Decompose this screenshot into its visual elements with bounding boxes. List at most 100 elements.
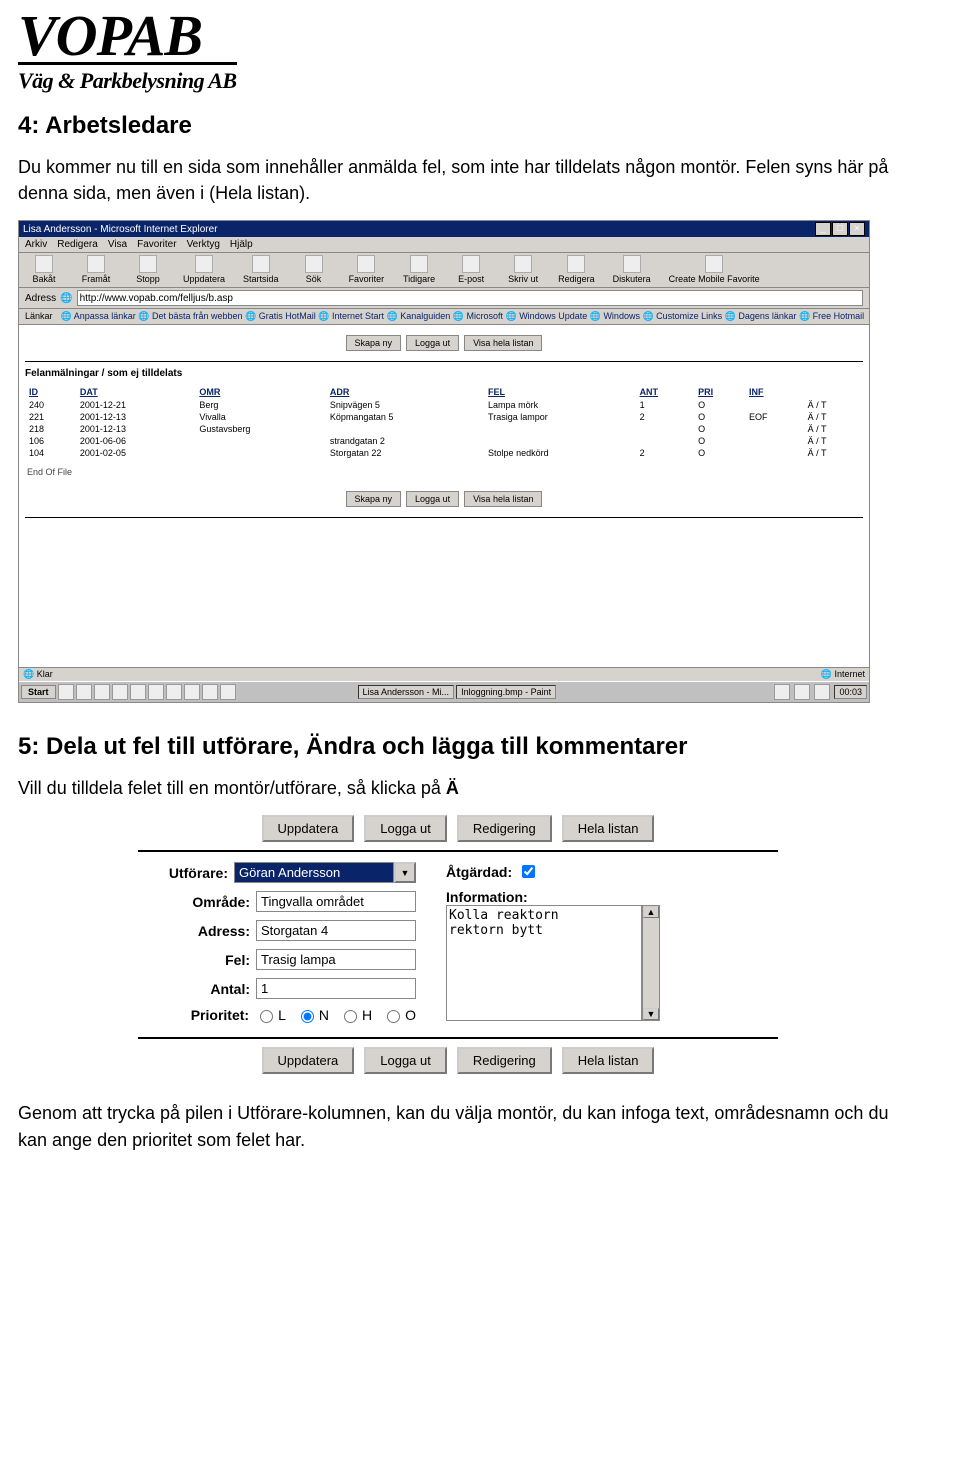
content-button[interactable]: Skapa ny bbox=[346, 335, 402, 351]
content-button[interactable]: Visa hela listan bbox=[464, 491, 542, 507]
logo-sub: Väg & Parkbelysning AB bbox=[18, 62, 237, 94]
column-header[interactable]: ANT bbox=[636, 385, 695, 399]
form-button[interactable]: Logga ut bbox=[364, 1047, 447, 1074]
content-button[interactable]: Logga ut bbox=[406, 335, 459, 351]
linkbar-link[interactable]: 🌐 Internet Start bbox=[318, 311, 386, 321]
column-header[interactable]: ID bbox=[25, 385, 76, 399]
tray-icon[interactable] bbox=[166, 684, 182, 700]
prio-radio[interactable] bbox=[344, 1010, 357, 1023]
linkbar-link[interactable]: 🌐 Windows bbox=[590, 311, 643, 321]
menu-item[interactable]: Favoriter bbox=[137, 239, 176, 250]
linkbar-link[interactable]: 🌐 Free Hotmail bbox=[799, 311, 864, 321]
tray-icon[interactable] bbox=[130, 684, 146, 700]
form-button[interactable]: Hela listan bbox=[562, 1047, 655, 1074]
content-button[interactable]: Logga ut bbox=[406, 491, 459, 507]
tray-icon[interactable] bbox=[148, 684, 164, 700]
tray-icon[interactable] bbox=[794, 684, 810, 700]
column-header[interactable]: INF bbox=[745, 385, 804, 399]
dropdown-arrow-icon[interactable]: ▼ bbox=[394, 862, 416, 883]
prio-radio[interactable] bbox=[387, 1010, 400, 1023]
footer-para: Genom att trycka på pilen i Utförare-kol… bbox=[18, 1100, 900, 1152]
utforare-input[interactable] bbox=[234, 862, 394, 883]
toolbar-button[interactable]: Startsida bbox=[243, 255, 279, 284]
toolbar-button[interactable]: Diskutera bbox=[613, 255, 651, 284]
utforare-combo[interactable]: ▼ bbox=[234, 862, 416, 883]
menu-item[interactable]: Visa bbox=[108, 239, 127, 250]
tray-icon[interactable] bbox=[774, 684, 790, 700]
menu-item[interactable]: Redigera bbox=[57, 239, 98, 250]
content-button[interactable]: Visa hela listan bbox=[464, 335, 542, 351]
antal-input[interactable] bbox=[256, 978, 416, 999]
column-header[interactable]: OMR bbox=[195, 385, 325, 399]
menu-item[interactable]: Verktyg bbox=[187, 239, 220, 250]
toolbar-button[interactable]: Sök bbox=[297, 255, 331, 284]
minimize-icon[interactable]: _ bbox=[815, 222, 831, 236]
maximize-icon[interactable]: □ bbox=[832, 222, 848, 236]
toolbar-button[interactable]: Skriv ut bbox=[506, 255, 540, 284]
form-button[interactable]: Redigering bbox=[457, 1047, 552, 1074]
tray-icon[interactable] bbox=[184, 684, 200, 700]
toolbar-button[interactable]: E-post bbox=[454, 255, 488, 284]
toolbar-button[interactable]: Stopp bbox=[131, 255, 165, 284]
tray-icon[interactable] bbox=[58, 684, 74, 700]
column-header[interactable]: ADR bbox=[326, 385, 484, 399]
prio-option[interactable]: L bbox=[255, 1007, 286, 1023]
toolbar-button[interactable]: Favoriter bbox=[349, 255, 385, 284]
start-button[interactable]: Start bbox=[21, 685, 56, 699]
section4-heading: 4: Arbetsledare bbox=[18, 112, 900, 140]
table-row: 2212001-12-13VivallaKöpmangatan 5Trasiga… bbox=[25, 411, 863, 423]
form-button[interactable]: Hela listan bbox=[562, 815, 655, 842]
adress-input[interactable] bbox=[256, 920, 416, 941]
browser-content: Skapa nyLogga utVisa hela listan Felanmä… bbox=[19, 325, 869, 667]
scrollbar[interactable]: ▲▼ bbox=[642, 905, 660, 1021]
menu-item[interactable]: Hjälp bbox=[230, 239, 253, 250]
column-header[interactable] bbox=[804, 385, 863, 399]
menu-item[interactable]: Arkiv bbox=[25, 239, 47, 250]
tray-icon[interactable] bbox=[76, 684, 92, 700]
close-icon[interactable]: × bbox=[849, 222, 865, 236]
table-cell: Storgatan 22 bbox=[326, 447, 484, 459]
information-textarea[interactable] bbox=[446, 905, 642, 1021]
linkbar-link[interactable]: 🌐 Customize Links bbox=[642, 311, 724, 321]
prio-option[interactable]: N bbox=[296, 1007, 329, 1023]
linkbar-link[interactable]: 🌐 Microsoft bbox=[453, 311, 506, 321]
fel-input[interactable] bbox=[256, 949, 416, 970]
omrade-input[interactable] bbox=[256, 891, 416, 912]
linkbar-link[interactable]: 🌐 Dagens länkar bbox=[725, 311, 799, 321]
tray-icon[interactable] bbox=[202, 684, 218, 700]
content-button[interactable]: Skapa ny bbox=[346, 491, 402, 507]
taskbar-task[interactable]: Inloggning.bmp - Paint bbox=[456, 685, 556, 699]
column-header[interactable]: FEL bbox=[484, 385, 636, 399]
table-cell: 1 bbox=[636, 399, 695, 411]
form-button[interactable]: Logga ut bbox=[364, 815, 447, 842]
prio-radio[interactable] bbox=[260, 1010, 273, 1023]
form-button[interactable]: Uppdatera bbox=[262, 815, 355, 842]
table-cell: Ä / T bbox=[804, 399, 863, 411]
toolbar-button[interactable]: Framåt bbox=[79, 255, 113, 284]
linkbar-link[interactable]: 🌐 Kanalguiden bbox=[387, 311, 453, 321]
prio-option[interactable]: H bbox=[339, 1007, 372, 1023]
prio-option[interactable]: O bbox=[382, 1007, 416, 1023]
toolbar-button[interactable]: Create Mobile Favorite bbox=[669, 255, 760, 284]
toolbar-button[interactable]: Redigera bbox=[558, 255, 595, 284]
form-button[interactable]: Uppdatera bbox=[262, 1047, 355, 1074]
toolbar-button[interactable]: Bakåt bbox=[27, 255, 61, 284]
column-header[interactable]: PRI bbox=[694, 385, 745, 399]
taskbar-task[interactable]: Lisa Andersson - Mi... bbox=[358, 685, 455, 699]
column-header[interactable]: DAT bbox=[76, 385, 195, 399]
address-input[interactable] bbox=[77, 290, 863, 306]
tray-icon[interactable] bbox=[220, 684, 236, 700]
atgardad-checkbox[interactable] bbox=[522, 865, 535, 878]
linkbar-link[interactable]: 🌐 Anpassa länkar bbox=[61, 311, 139, 321]
linkbar-link[interactable]: 🌐 Det bästa från webben bbox=[138, 311, 245, 321]
toolbar-button[interactable]: Tidigare bbox=[402, 255, 436, 284]
tray-icon[interactable] bbox=[112, 684, 128, 700]
linkbar-link[interactable]: 🌐 Windows Update bbox=[505, 311, 589, 321]
prio-radio[interactable] bbox=[301, 1010, 314, 1023]
form-button[interactable]: Redigering bbox=[457, 815, 552, 842]
toolbar-button[interactable]: Uppdatera bbox=[183, 255, 225, 284]
tray-icon[interactable] bbox=[814, 684, 830, 700]
linkbar-link[interactable]: 🌐 Gratis HotMail bbox=[245, 311, 318, 321]
tray-icon[interactable] bbox=[94, 684, 110, 700]
table-cell: strandgatan 2 bbox=[326, 435, 484, 447]
